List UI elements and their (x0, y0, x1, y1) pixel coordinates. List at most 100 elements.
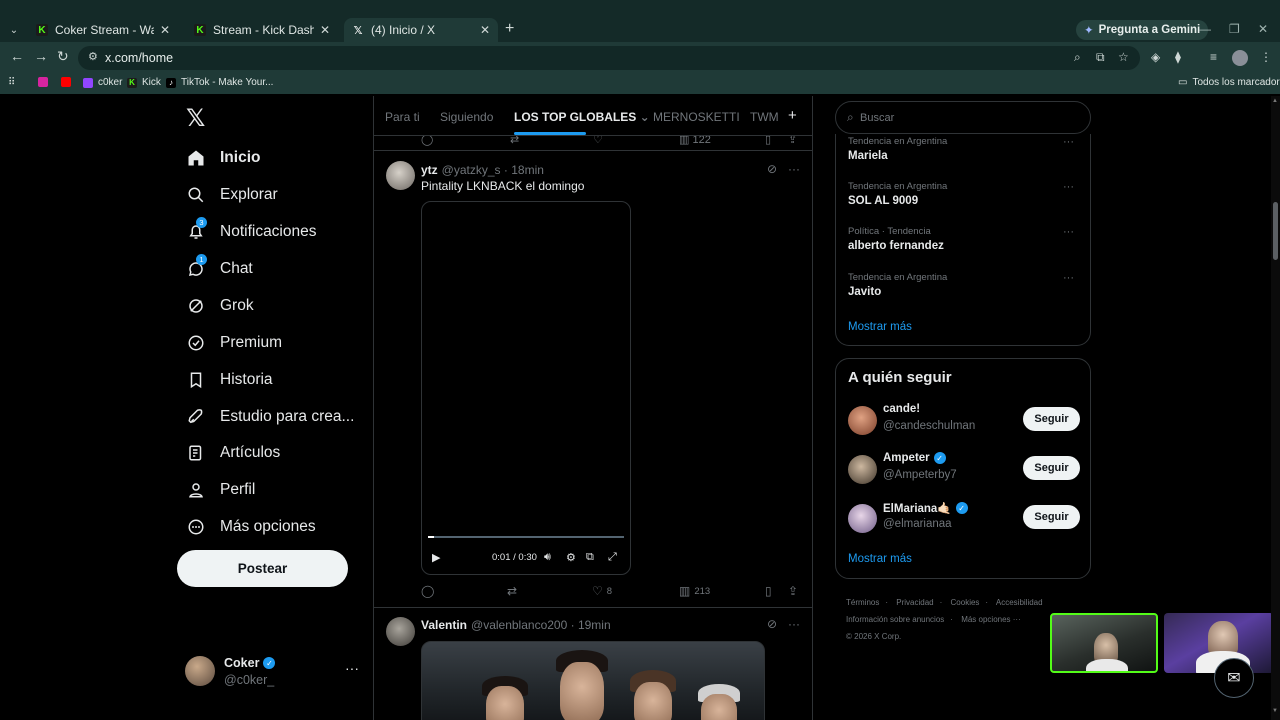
views-button[interactable]: ▥ 213 (679, 584, 710, 598)
tweet-image[interactable] (421, 641, 765, 720)
trend-more-icon[interactable]: ··· (1063, 226, 1074, 238)
trend-item[interactable]: Tendencia en Argentina Mariela ··· (848, 136, 1080, 162)
views-icon[interactable]: ▥ 122 (679, 136, 711, 146)
avatar[interactable] (848, 455, 877, 484)
profile-avatar[interactable] (1232, 50, 1248, 66)
apps-grid-icon[interactable]: ⠿ (8, 77, 15, 88)
zoom-icon[interactable]: ⌕ (1074, 50, 1081, 65)
nav-item-chat[interactable]: 1 Chat (185, 254, 253, 283)
page-scrollbar[interactable]: ▲ ▼ (1271, 96, 1280, 720)
follow-button[interactable]: Seguir (1023, 407, 1080, 431)
follow-suggestion[interactable]: Ampeter ✓ @Ampeterby7 Seguir (848, 452, 1080, 488)
browser-tab-x-home[interactable]: 𝕏 (4) Inicio / X ✕ (344, 18, 498, 42)
forward-arrow-icon[interactable]: → (34, 48, 48, 64)
tab-twm[interactable]: TWM (750, 110, 779, 124)
footer-link-cookies[interactable]: Cookies (951, 598, 980, 607)
scroll-up-icon[interactable]: ▲ (1272, 98, 1278, 104)
grok-explain-icon[interactable]: ⊘ (767, 617, 777, 631)
nav-item-history[interactable]: Historia (185, 366, 273, 394)
bookmark-c0ker[interactable]: c0ker (83, 77, 122, 88)
grok-explain-icon[interactable]: ⊘ (767, 162, 777, 176)
nav-item-profile[interactable]: Perfil (185, 476, 255, 504)
extensions-puzzle-icon[interactable]: ⧫ (1175, 50, 1181, 64)
footer-link-privacy[interactable]: Privacidad (896, 598, 933, 607)
account-more-icon[interactable]: ··· (345, 660, 359, 676)
all-bookmarks[interactable]: ▭ Todos los marcadores (1178, 77, 1280, 88)
nav-item-grok[interactable]: Grok (185, 292, 254, 320)
bookmark-kick[interactable]: K Kick (127, 77, 161, 88)
share-icon[interactable]: ⇪ (788, 584, 798, 598)
compose-message-icon[interactable]: ✉ (1214, 658, 1254, 698)
scrollbar-thumb[interactable] (1273, 202, 1278, 260)
picture-in-picture-icon[interactable]: ⧉ (586, 551, 594, 564)
trend-item[interactable]: Política · Tendencia alberto fernandez ·… (848, 226, 1080, 252)
scroll-down-icon[interactable]: ▼ (1272, 708, 1278, 714)
bookmark-icon[interactable]: ▯ (765, 136, 771, 146)
browser-menu-icon[interactable]: ⋮ (1260, 50, 1272, 64)
retweet-icon[interactable]: ⇄ (507, 584, 517, 598)
tweet-time[interactable]: 18min (511, 163, 544, 177)
footer-link-more[interactable]: Más opciones ··· (961, 615, 1021, 624)
address-bar[interactable]: ⚙ x.com/home (78, 46, 1140, 70)
x-logo-icon[interactable]: 𝕏 (186, 104, 205, 133)
video-progress-bar[interactable] (428, 536, 624, 538)
extension-icon[interactable]: ◈ (1151, 50, 1160, 64)
site-info-icon[interactable]: ⚙ (88, 50, 98, 63)
search-box[interactable]: ⌕ Buscar (835, 101, 1091, 134)
follow-show-more-link[interactable]: Mostrar más (848, 553, 912, 565)
play-icon[interactable]: ▶ (432, 551, 440, 564)
trend-item[interactable]: Tendencia en Argentina SOL AL 9009 ··· (848, 181, 1080, 207)
add-tab-icon[interactable]: + (788, 107, 797, 124)
nav-item-articles[interactable]: Artículos (185, 439, 280, 467)
tweet-author-name[interactable]: Valentin (421, 618, 467, 632)
trends-show-more-link[interactable]: Mostrar más (848, 321, 912, 333)
tab-for-you[interactable]: Para ti (385, 110, 420, 124)
nav-item-more-options[interactable]: Más opciones (185, 513, 316, 541)
tweet-more-icon[interactable]: ··· (788, 617, 800, 631)
bookmark-youtube[interactable] (61, 77, 76, 87)
avatar[interactable] (386, 617, 415, 646)
avatar[interactable] (386, 161, 415, 190)
footer-link-ads-info[interactable]: Información sobre anuncios (846, 615, 944, 624)
video-player[interactable]: ▶ 0:01 / 0:30 🔊︎ ⚙ ⧉ ⤢ (421, 201, 631, 575)
post-button[interactable]: Postear (177, 550, 348, 587)
close-window-icon[interactable]: ✕ (1258, 22, 1268, 36)
tweet-author-handle[interactable]: @yatzky_s (442, 163, 501, 177)
trend-item[interactable]: Tendencia en Argentina Javito ··· (848, 272, 1080, 298)
trend-more-icon[interactable]: ··· (1063, 272, 1074, 284)
tweet-author-name[interactable]: ytz (421, 163, 438, 177)
browser-tab-kick-dashboard[interactable]: K Stream - Kick Dashboard ✕ (186, 18, 338, 42)
follow-button[interactable]: Seguir (1023, 505, 1080, 529)
bookmark-star-icon[interactable]: ☆ (1118, 50, 1129, 64)
maximize-icon[interactable]: ❐ (1229, 22, 1240, 36)
avatar[interactable] (848, 504, 877, 533)
follow-button[interactable]: Seguir (1023, 456, 1080, 480)
follow-suggestion[interactable]: ElMariana🤙🏻 ✓ @elmarianaa Seguir (848, 501, 1080, 537)
new-tab-button[interactable]: + (505, 20, 514, 38)
minimize-icon[interactable]: — (1199, 22, 1211, 36)
tweet-author-handle[interactable]: @valenblanco200 (471, 618, 567, 632)
tweet-more-icon[interactable]: ··· (788, 162, 800, 176)
footer-link-terms[interactable]: Términos (846, 598, 879, 607)
reply-icon[interactable]: ◯ (421, 584, 434, 598)
browser-tab-coker-stream[interactable]: K Coker Stream - Watch Live on K ✕ (28, 18, 178, 42)
trend-more-icon[interactable]: ··· (1063, 181, 1074, 193)
close-tab-icon[interactable]: ✕ (320, 23, 330, 37)
close-tab-icon[interactable]: ✕ (160, 23, 170, 37)
tab-top-globales[interactable]: LOS TOP GLOBALES ⌄ (514, 110, 650, 124)
gemini-button[interactable]: ✦ Pregunta a Gemini (1076, 20, 1209, 40)
account-switcher[interactable]: Coker ✓ @c0ker_ ··· (185, 654, 361, 690)
retweet-icon[interactable]: ⇄ (510, 136, 519, 146)
footer-link-accessibility[interactable]: Accesibilidad (996, 598, 1043, 607)
tweet-time[interactable]: 19min (578, 618, 611, 632)
nav-item-home[interactable]: Inicio (185, 144, 260, 172)
close-tab-icon[interactable]: ✕ (480, 23, 490, 37)
reading-list-icon[interactable]: ≡ (1210, 50, 1217, 64)
bookmark-tiktok[interactable]: ♪ TikTok - Make Your... (166, 77, 273, 88)
tab-mernosketti[interactable]: MERNOSKETTI (653, 110, 740, 124)
volume-icon[interactable]: 🔊︎ (544, 551, 551, 564)
follow-suggestion[interactable]: cande! @candeschulman Seguir (848, 403, 1080, 439)
like-icon[interactable]: ♡ (593, 136, 603, 146)
bookmark-instagram[interactable] (38, 77, 53, 87)
share-icon[interactable]: ⇪ (788, 136, 797, 146)
